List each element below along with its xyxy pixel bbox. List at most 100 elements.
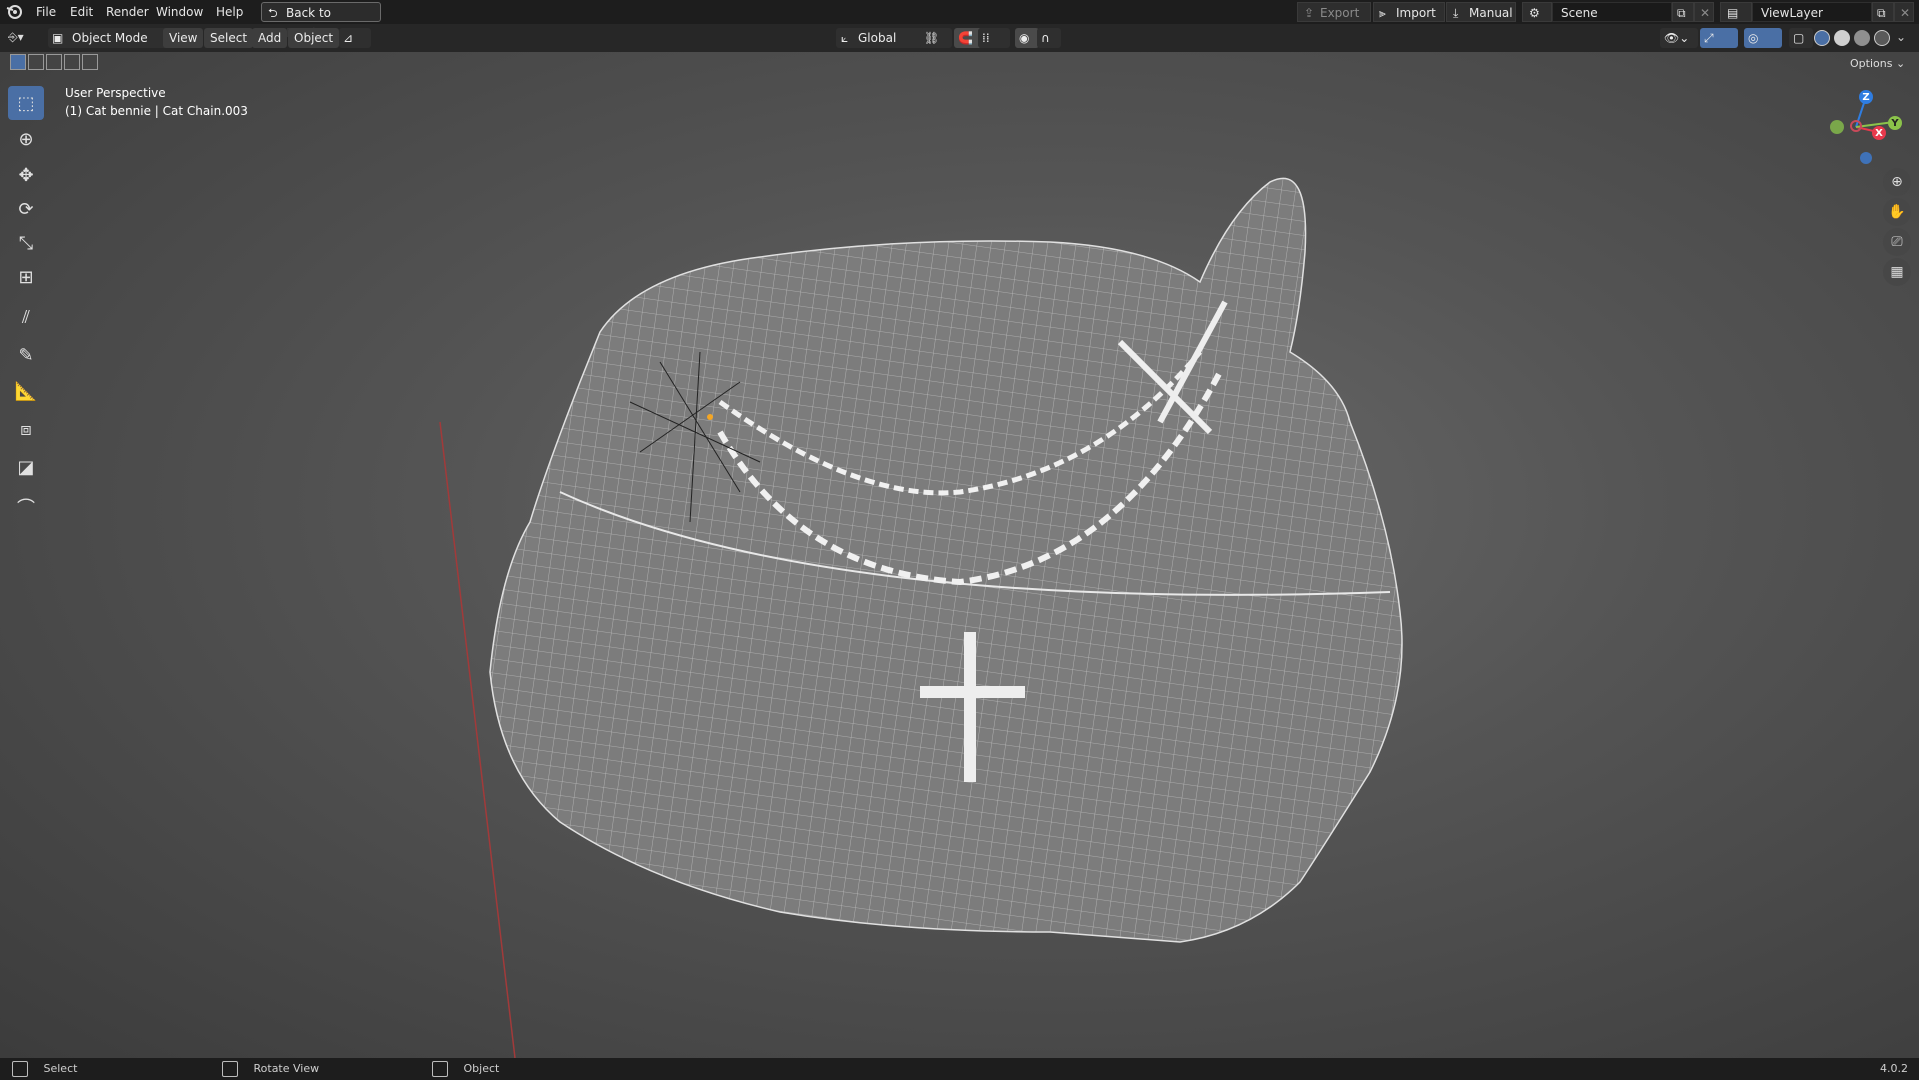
perspective-grid-icon[interactable]: ▦ — [1883, 258, 1911, 286]
visibility-icon[interactable]: 👁⌄ — [1660, 28, 1698, 48]
view-menu[interactable]: View — [163, 28, 204, 48]
select-extend-icon[interactable] — [28, 54, 44, 70]
menu-window[interactable]: Window — [150, 0, 209, 24]
annotate-line-icon: ✎ — [18, 344, 34, 366]
manual-icon: ⤓ — [1453, 6, 1459, 20]
orientation-icon: ⟀ — [841, 31, 849, 45]
solid-shading-icon[interactable] — [1834, 30, 1850, 46]
export-icon: ⇪ — [1304, 6, 1315, 20]
mouse-right-icon — [432, 1061, 448, 1077]
rendered-shading-icon[interactable] — [1874, 30, 1890, 46]
blender-logo-icon[interactable] — [4, 0, 24, 24]
material-preview-icon[interactable] — [1854, 30, 1870, 46]
export-button[interactable]: ⇪ Export — [1297, 2, 1371, 22]
viewport-header: ⎆▾ ▣ Object Mode ⌄ View Select Add Objec… — [0, 24, 1919, 70]
overlays-toggle-icon[interactable]: ◎ — [1744, 28, 1782, 48]
shading-popover-button[interactable]: ⊿ — [339, 28, 371, 48]
select-intersect-icon[interactable] — [82, 54, 98, 70]
bend-icon: ⌒ — [17, 498, 35, 519]
scale-icon: ⤡ — [18, 232, 34, 254]
duplicate-icon: ⧉ — [1677, 6, 1686, 20]
view-name-label: User Perspective — [65, 86, 166, 100]
gizmo-z-axis[interactable]: Z — [1859, 90, 1873, 104]
view-layer-field[interactable]: ViewLayer — [1752, 2, 1872, 22]
status-bar: Select Rotate View Object 4.0.2 — [0, 1058, 1919, 1080]
camera-icon[interactable]: ⎚ — [1883, 228, 1911, 256]
select-box-tool[interactable]: ⬚ — [8, 86, 44, 120]
view-layer-name: ViewLayer — [1761, 6, 1823, 20]
gizmo-toggle-icon[interactable]: ⤢ — [1700, 28, 1738, 48]
wireframe-shading-icon[interactable] — [1814, 30, 1830, 46]
select-invert-icon[interactable] — [64, 54, 80, 70]
bend-tool[interactable]: ⌒ — [8, 490, 44, 524]
select-subtract-icon[interactable] — [46, 54, 62, 70]
pivot-point-icon[interactable]: ⛓ — [920, 28, 952, 48]
add-menu[interactable]: Add — [252, 28, 288, 48]
view-layer-browse-button[interactable]: ▤ — [1720, 2, 1752, 22]
annotate-icon: ⫽ — [21, 306, 31, 328]
new-scene-button[interactable]: ⧉ — [1672, 2, 1694, 22]
3d-viewport[interactable]: User Perspective (1) Cat bennie | Cat Ch… — [0, 52, 1919, 1058]
menu-help[interactable]: Help — [210, 0, 249, 24]
select-box-icon: ⬚ — [17, 92, 35, 114]
version-label: 4.0.2 — [1880, 1062, 1908, 1075]
editor-type-icon[interactable]: ⎆▾ — [8, 30, 36, 46]
pan-hand-icon[interactable]: ✋ — [1883, 198, 1911, 226]
cursor-tool[interactable]: ⊕ — [8, 122, 44, 156]
gizmo-y-axis[interactable]: Y — [1888, 116, 1902, 130]
delete-view-layer-button[interactable]: ✕ — [1894, 2, 1914, 22]
object-mode-icon: ▣ — [52, 31, 64, 45]
scene-name-field[interactable]: Scene — [1552, 2, 1672, 22]
measure-tool[interactable]: 📐 — [8, 374, 44, 408]
scene-browse-button[interactable]: ⚙ — [1522, 2, 1552, 22]
options-dropdown[interactable]: Options ⌄ — [1850, 57, 1905, 70]
status-select: Select — [12, 1058, 77, 1080]
proportional-editing-icon[interactable]: ◉ — [1015, 28, 1039, 48]
transform-orientation-label: Global — [858, 31, 897, 45]
status-select-label: Select — [43, 1062, 78, 1075]
object-menu[interactable]: Object — [288, 28, 340, 48]
rotate-tool[interactable]: ⟳ — [8, 192, 44, 226]
object-mode-label: Object Mode — [72, 31, 148, 45]
gizmo-neg-z-axis[interactable] — [1860, 152, 1872, 164]
close-icon: ✕ — [1900, 6, 1911, 20]
transform-tool[interactable]: ⊞ — [8, 260, 44, 294]
back-icon: ⮌ — [268, 6, 278, 20]
manual-button[interactable]: ⤓ Manual — [1446, 2, 1516, 22]
falloff-curve-icon[interactable]: ∩ — [1037, 28, 1061, 48]
scale-tool[interactable]: ⤡ — [8, 226, 44, 260]
xray-toggle-icon[interactable]: ▢ — [1789, 28, 1813, 48]
snap-target-icon[interactable]: ⁞⁞ — [978, 28, 1010, 48]
transform-icon: ⊞ — [18, 266, 34, 288]
select-new-icon[interactable] — [10, 54, 26, 70]
select-menu[interactable]: Select — [204, 28, 254, 48]
wireframe-scene — [439, 177, 1403, 1058]
new-view-layer-button[interactable]: ⧉ — [1872, 2, 1894, 22]
annotate-tool[interactable]: ⫽ — [8, 300, 44, 334]
import-label: Import — [1396, 6, 1436, 20]
gizmo-x-axis[interactable]: X — [1872, 126, 1886, 140]
shear-tool[interactable]: ◪ — [8, 450, 44, 484]
scene-icon: ⚙ — [1529, 6, 1540, 20]
move-tool[interactable]: ✥ — [8, 158, 44, 192]
zoom-icon[interactable]: ⊕ — [1883, 168, 1911, 196]
export-label: Export — [1320, 6, 1360, 20]
duplicate-icon: ⧉ — [1877, 6, 1886, 20]
gizmo-neg-y-axis[interactable] — [1830, 120, 1844, 134]
annotate-line-tool[interactable]: ✎ — [8, 338, 44, 372]
menu-file[interactable]: File — [30, 0, 62, 24]
add-cube-tool[interactable]: ⧈ — [8, 412, 44, 446]
delete-scene-button[interactable]: ✕ — [1694, 2, 1714, 22]
menu-render[interactable]: Render — [100, 0, 155, 24]
status-object: Object — [432, 1058, 499, 1080]
manual-label: Manual — [1469, 6, 1513, 20]
view-layer-icon: ▤ — [1727, 6, 1739, 20]
chevron-down-icon[interactable]: ⌄ — [1896, 30, 1906, 44]
gizmo-neg-x-axis[interactable] — [1850, 120, 1862, 132]
menu-edit[interactable]: Edit — [64, 0, 99, 24]
object-mode-dropdown[interactable]: ▣ Object Mode ⌄ — [48, 28, 180, 48]
import-button[interactable]: ⫸ Import — [1373, 2, 1445, 22]
back-to-previous-button[interactable]: ⮌ Back to Previous — [261, 2, 381, 40]
close-icon: ✕ — [1700, 6, 1711, 20]
navigation-gizmo[interactable]: Z X Y — [1808, 82, 1908, 182]
